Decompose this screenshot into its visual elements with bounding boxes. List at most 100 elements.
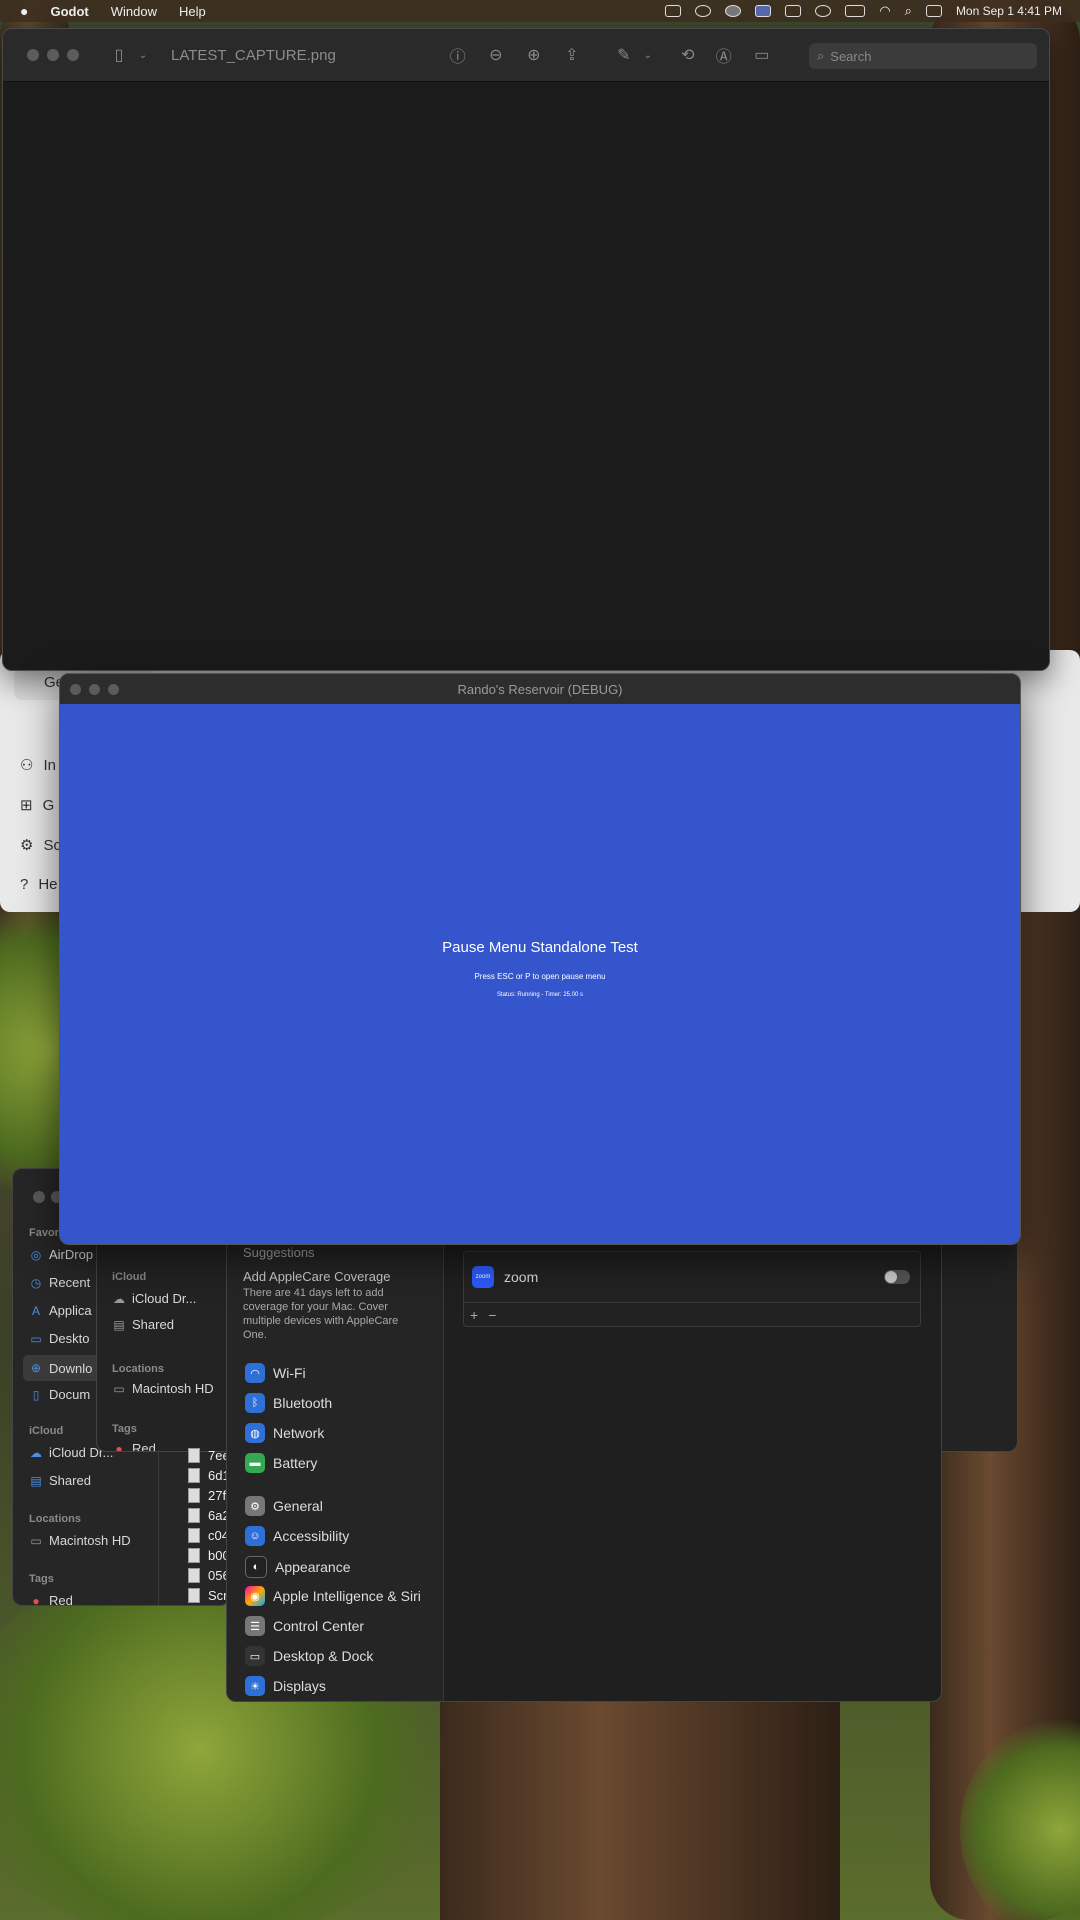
zoom-button[interactable] <box>108 684 119 695</box>
sidebar-item-tag-red[interactable]: ● Red <box>29 1593 72 1605</box>
minimize-button[interactable] <box>89 684 100 695</box>
add-button[interactable]: + <box>470 1307 478 1323</box>
close-button[interactable] <box>70 684 81 695</box>
siri-icon: ◉ <box>245 1586 265 1606</box>
battery-icon[interactable] <box>845 5 866 17</box>
file-row[interactable]: c04 <box>188 1528 229 1543</box>
menu-clock[interactable]: Mon Sep 1 4:41 PM <box>956 4 1062 18</box>
settings-row-3[interactable]: ⚙ Sc <box>20 836 61 855</box>
game-viewport[interactable]: Pause Menu Standalone Test Press ESC or … <box>60 704 1020 1244</box>
sidebar-item-tag-red[interactable]: ● Red <box>112 1441 155 1451</box>
markup-pen-icon[interactable]: ✎ <box>612 45 636 65</box>
sidebar-item-wifi[interactable]: ◠ Wi-Fi <box>245 1363 306 1383</box>
sidebar-item-applications[interactable]: A Applica <box>29 1303 92 1318</box>
login-item-zoom[interactable]: zoom zoom <box>464 1252 920 1302</box>
sidebar-item-general[interactable]: ⚙ General <box>245 1496 323 1516</box>
share-icon[interactable]: ⇪ <box>560 45 584 65</box>
cloud-icon: ☁ <box>30 1445 42 1460</box>
file-row[interactable]: 056 <box>188 1568 230 1583</box>
locations-header: Locations <box>112 1363 164 1375</box>
file-row[interactable]: Scr <box>188 1588 228 1603</box>
cloud-sync-icon[interactable] <box>695 5 712 17</box>
sidebar-item-bluetooth[interactable]: ᛒ Bluetooth <box>245 1393 332 1413</box>
audio-meter-icon[interactable] <box>665 5 682 17</box>
battery-icon: ▬ <box>245 1453 265 1473</box>
sidebar-item-appearance[interactable]: ◐ Appearance <box>245 1556 351 1578</box>
zoom-button[interactable] <box>67 49 79 61</box>
disk-icon: ▭ <box>30 1533 42 1548</box>
applecare-card[interactable]: Add AppleCare Coverage There are 41 days… <box>243 1269 423 1342</box>
file-row[interactable]: 6a2 <box>188 1508 230 1523</box>
suggestions-label: Suggestions <box>243 1245 315 1260</box>
login-item-toggle[interactable] <box>884 1270 910 1284</box>
image-file-icon <box>188 1568 200 1583</box>
settings-row-2[interactable]: ⊞ G <box>20 796 54 815</box>
sidebar-toggle-icon[interactable]: ▯ <box>107 45 131 65</box>
wifi-icon: ◠ <box>245 1363 265 1383</box>
game-window-title: Rando's Reservoir (DEBUG) <box>457 681 623 697</box>
window-controls[interactable] <box>60 684 119 695</box>
markup-icon[interactable]: Ⓐ <box>712 43 736 67</box>
zoom-status-icon[interactable] <box>755 5 772 17</box>
minimize-button[interactable] <box>47 49 59 61</box>
chevron-down-icon[interactable]: ⌄ <box>131 50 155 61</box>
menu-window[interactable]: Window <box>111 4 157 19</box>
document-title: LATEST_CAPTURE.png <box>171 46 336 64</box>
rotate-icon[interactable]: ⟲ <box>676 45 700 65</box>
chevron-down-icon[interactable]: ⌄ <box>636 50 660 61</box>
play-icon[interactable] <box>815 5 832 17</box>
spotlight-search-icon[interactable]: ⌕ <box>905 3 912 19</box>
list-controls: + − <box>464 1302 920 1326</box>
game-window-titlebar: Rando's Reservoir (DEBUG) <box>60 674 1020 704</box>
sidebar-item-displays[interactable]: ☀ Displays <box>245 1676 326 1696</box>
sidebar-item-apple-intelligence[interactable]: ◉ Apple Intelligence & Siri <box>245 1586 421 1606</box>
menu-help[interactable]: Help <box>179 4 206 19</box>
sidebar-item-recents[interactable]: ◷ Recent <box>29 1275 90 1290</box>
sidebar-item-icloud-drive[interactable]: ☁ iCloud Dr... <box>112 1291 196 1306</box>
sidebar-item-macintosh-hd[interactable]: ▭ Macintosh HD <box>29 1533 130 1548</box>
locations-header: Locations <box>29 1513 81 1525</box>
file-row[interactable]: 7ee <box>188 1448 230 1463</box>
settings-row-1[interactable]: ⚇ In <box>20 756 56 775</box>
sidebar-item-accessibility[interactable]: ☺ Accessibility <box>245 1526 349 1546</box>
shared-folder-icon: ▤ <box>113 1317 125 1332</box>
window-controls[interactable] <box>3 49 79 61</box>
sidebar-item-battery[interactable]: ▬ Battery <box>245 1453 317 1473</box>
game-status: Status: Running - Timer: 25.00 s <box>496 992 584 998</box>
airdrop-icon: ◎ <box>30 1247 42 1262</box>
image-file-icon <box>188 1528 200 1543</box>
dock-icon: ▭ <box>245 1646 265 1666</box>
window-controls[interactable] <box>13 1191 63 1203</box>
elephant-icon[interactable] <box>785 5 802 17</box>
sidebar-item-macintosh-hd[interactable]: ▭ Macintosh HD <box>112 1381 213 1396</box>
applecare-title: Add AppleCare Coverage <box>243 1269 391 1284</box>
info-icon[interactable]: ⓘ <box>446 43 470 67</box>
document-icon: ▯ <box>32 1387 40 1402</box>
sidebar-item-shared[interactable]: ▤ Shared <box>112 1317 174 1332</box>
sidebar-item-documents[interactable]: ▯ Docum <box>29 1387 91 1402</box>
settings-row-4[interactable]: ? He <box>20 876 58 893</box>
zoom-in-icon[interactable]: ⊕ <box>522 45 546 65</box>
sidebar-item-desktop-dock[interactable]: ▭ Desktop & Dock <box>245 1646 373 1666</box>
remove-button[interactable]: − <box>488 1307 496 1323</box>
sidebar-item-airdrop[interactable]: ◎ AirDrop <box>29 1247 93 1262</box>
wifi-icon[interactable]: ◠ <box>879 3 890 19</box>
apple-menu-icon[interactable]: ● <box>20 3 28 19</box>
sidebar-item-network[interactable]: ◍ Network <box>245 1423 324 1443</box>
gear-icon: ⚙ <box>245 1496 265 1516</box>
sidebar-item-shared[interactable]: ▤ Shared <box>29 1473 91 1488</box>
form-fill-icon[interactable]: ▭ <box>750 45 774 65</box>
file-row[interactable]: 27f <box>188 1488 226 1503</box>
file-row[interactable]: 6d1 <box>188 1468 230 1483</box>
file-row[interactable]: b00 <box>188 1548 230 1563</box>
menu-app-name[interactable]: Godot <box>50 4 88 19</box>
close-button[interactable] <box>27 49 39 61</box>
control-center-icon[interactable] <box>925 5 942 17</box>
app-status-icon[interactable] <box>725 5 742 17</box>
sidebar-item-desktop[interactable]: ▭ Deskto <box>29 1331 89 1346</box>
game-window: Rando's Reservoir (DEBUG) Pause Menu Sta… <box>59 673 1021 1245</box>
image-file-icon <box>188 1548 200 1563</box>
sidebar-item-control-center[interactable]: ☰ Control Center <box>245 1616 364 1636</box>
zoom-out-icon[interactable]: ⊖ <box>484 45 508 65</box>
search-field[interactable]: ⌕ Search <box>809 43 1037 69</box>
